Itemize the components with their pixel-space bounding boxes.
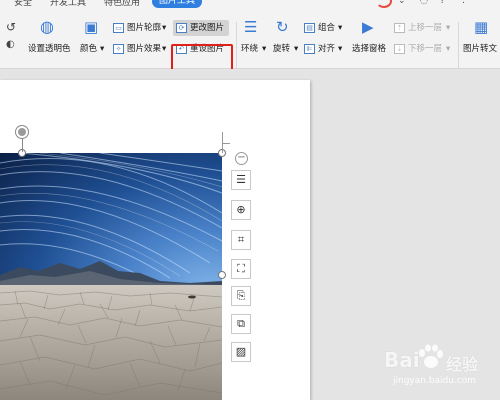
chevron-down-icon: ▾ — [446, 23, 451, 33]
rotate-button[interactable]: 旋转 — [273, 43, 290, 55]
watermark-brand: Bai — [384, 348, 420, 372]
selection-pane-icon[interactable]: ▶ — [362, 20, 374, 35]
chevron-down-icon: ▾ — [338, 44, 343, 54]
share-icon[interactable]: ⌄ — [398, 0, 406, 6]
fit-picture-button[interactable]: ⛶ — [231, 259, 251, 279]
chevron-down-icon: ▾ — [162, 23, 167, 33]
zoom-preview-button[interactable]: ⊕ — [231, 200, 251, 220]
app-logo-icon — [376, 0, 392, 8]
layout-icon: ☰ — [236, 173, 246, 186]
collapse-ribbon-icon[interactable]: ^ — [482, 0, 490, 6]
image-extract-button[interactable]: ▨ — [231, 342, 251, 362]
align-button[interactable]: 对齐 — [318, 43, 335, 55]
zoom-icon: ⊕ — [236, 203, 246, 216]
send-backward-icon: ⇣ — [394, 44, 405, 54]
bring-forward-button[interactable]: 上移一层 — [408, 22, 442, 34]
color-button[interactable]: 颜色 — [80, 43, 97, 55]
change-picture-icon: ⟳ — [176, 23, 187, 33]
wrap-button[interactable]: 环绕 — [241, 43, 258, 55]
ribbon-divider — [458, 22, 459, 70]
align-icon: ⊫ — [304, 44, 315, 54]
rotate-handle-line — [22, 138, 23, 152]
image-to-pdf-button[interactable]: ⧉ — [231, 314, 251, 334]
wrap-text-icon[interactable]: ☰ — [244, 20, 257, 35]
watermark-url: jingyan.baidu.com — [393, 376, 477, 386]
more-icon[interactable]: : — [462, 0, 465, 6]
extract-text-icon: ⎘ — [236, 289, 246, 302]
selection-pane-button[interactable]: 选择窗格 — [352, 43, 386, 55]
comment-icon[interactable]: ◌ — [420, 0, 428, 6]
watermark-brand-cn: 经验 — [446, 355, 479, 374]
cracked-ground-texture — [0, 290, 222, 396]
color-icon[interactable]: ▣ — [84, 20, 98, 35]
fit-icon: ⛶ — [237, 262, 245, 275]
reset-picture-highlight — [171, 44, 233, 71]
tab-developer-tools[interactable]: 开发工具 — [50, 0, 86, 8]
tab-security[interactable]: 安全 — [14, 0, 32, 8]
chevron-down-icon: ▾ — [100, 44, 105, 54]
image-to-pdf-icon: ⧉ — [237, 317, 245, 330]
compress-icon[interactable]: ↺ — [6, 20, 16, 34]
layout-options-button[interactable]: ☰ — [231, 170, 251, 190]
tab-picture-tools[interactable]: 图片工具 — [152, 0, 203, 8]
chevron-down-icon: ▾ — [338, 23, 343, 33]
picture-outline-button[interactable]: 图片轮廓 — [127, 22, 161, 34]
set-transparent-color-button[interactable]: 设置透明色 — [28, 43, 71, 55]
recolor-icon[interactable]: ◐ — [6, 38, 15, 52]
rotate-icon[interactable]: ↻ — [276, 20, 289, 35]
ribbon-divider — [236, 22, 237, 70]
extract-text-button[interactable]: ⎘ — [231, 286, 251, 306]
chevron-down-icon: ▾ — [262, 44, 267, 54]
selected-picture[interactable] — [0, 153, 222, 400]
alignment-guide — [222, 143, 230, 144]
ribbon-toolbar: ↺ ◐ ◍ 设置透明色 ▣ 颜色 ▾ ▭ 图片轮廓 ▾ ✧ 图片效果 ▾ ⟳ 更… — [0, 8, 500, 71]
picture-to-text-icon[interactable]: ▦ — [474, 20, 488, 35]
ribbon-tab-bar: 安全 开发工具 特色应用 图片工具 ⌄ ◌ ? : ^ — [0, 0, 500, 8]
tab-special-apps[interactable]: 特色应用 — [104, 0, 140, 8]
collapse-quick-toolbar-button[interactable]: − — [235, 152, 248, 165]
rotate-handle[interactable] — [16, 126, 28, 138]
picture-to-text-button[interactable]: 图片转文 — [463, 43, 497, 55]
help-icon[interactable]: ? — [440, 0, 445, 6]
group-button[interactable]: 组合 — [318, 22, 335, 34]
group-icon: ▤ — [304, 23, 315, 33]
resize-handle-right[interactable] — [218, 271, 226, 279]
bring-forward-icon: ⇡ — [394, 23, 405, 33]
baidu-paw-icon — [419, 344, 443, 368]
chevron-down-icon: ▾ — [162, 44, 167, 54]
chevron-down-icon: ▾ — [294, 44, 299, 54]
picture-effect-button[interactable]: 图片效果 — [127, 43, 161, 55]
transparent-color-icon[interactable]: ◍ — [40, 19, 54, 35]
chevron-down-icon: ▾ — [446, 44, 451, 54]
image-extract-icon: ▨ — [235, 345, 247, 358]
crop-icon: ⌗ — [237, 233, 245, 246]
crop-button[interactable]: ⌗ — [231, 230, 251, 250]
picture-outline-icon: ▭ — [113, 23, 124, 33]
send-backward-button[interactable]: 下移一层 — [408, 43, 442, 55]
change-picture-button[interactable]: 更改图片 — [190, 22, 224, 34]
picture-effect-icon: ✧ — [113, 44, 124, 54]
